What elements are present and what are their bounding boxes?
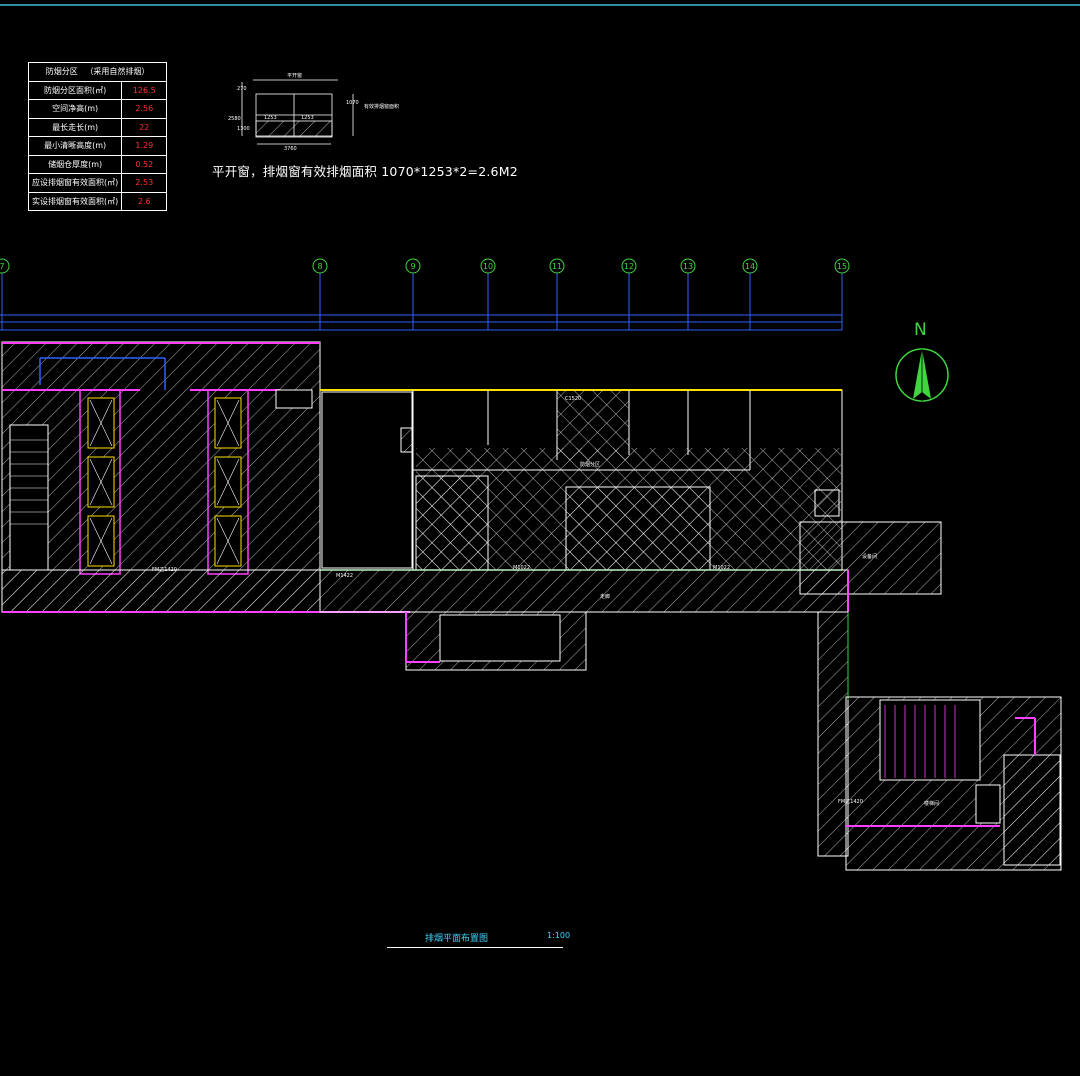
axis-label-8: 8 [317,262,322,271]
window-dim-4: 1070 [346,100,359,106]
table-row: 最小清晰高度(m) 1.29 [27,136,168,156]
door-right-label: FM乙1420 [838,798,863,805]
table-header-right: （采用自然排烟） [85,67,150,77]
table-header-row: 防烟分区 （采用自然排烟） [27,62,168,82]
window-dim-5: 1253 [264,115,277,121]
table-row-label: 最小清晰高度(m) [27,136,123,156]
table-row: 最长走长(m) 22 [27,117,168,137]
window-dim-width: 3760 [284,146,297,152]
smoke-zone-table: 防烟分区 （采用自然排烟） 防烟分区面积(㎡) 126.5 空间净高(m) 2.… [27,62,168,211]
window-side-label: 有效排烟窗面积 [364,103,399,110]
table-row-label: 空间净高(m) [27,99,123,119]
table-row-value: 22 [121,117,168,137]
table-row-label: 最长走长(m) [27,117,123,137]
table-row: 储烟仓厚度(m) 0.52 [27,154,168,174]
window-mark-label: C1520 [565,396,581,402]
north-arrow-icon [895,348,949,402]
table-row-value: 2.56 [121,99,168,119]
smoke-zone-label: 防烟分区 [580,461,600,468]
table-row: 实设排烟窗有效面积(㎡) 2.6 [27,191,168,211]
drawing-scale: 1:100 [547,931,571,940]
north-label: N [914,320,927,340]
table-row-value: 2.6 [121,191,168,211]
axis-bubbles [0,258,850,274]
table-row-value: 0.52 [121,154,168,174]
axis-label-13: 13 [683,262,693,271]
central-rooms [319,389,843,571]
axis-label-7: 7 [0,262,5,271]
table-row-value: 2.53 [121,173,168,193]
axis-label-12: 12 [624,262,634,271]
axis-label-15: 15 [837,262,847,271]
axis-label-14: 14 [745,262,755,271]
door-m1-label: M1422 [336,573,353,579]
smoke-window-formula: 平开窗，排烟窗有效排烟面积 1070*1253*2=2.6M2 [212,164,518,179]
drawing-title: 排烟平面布置图 [425,934,489,944]
lower-stair-block [817,611,1062,871]
table-row-value: 1.29 [121,136,168,156]
table-row-label: 实设排烟窗有效面积(㎡) [27,191,123,211]
window-dim-6: 1253 [301,115,314,121]
equip-label: 设备间 [862,553,877,560]
table-row-label: 应设排烟窗有效面积(㎡) [27,173,123,193]
window-dim-1: 270 [237,86,247,92]
window-dim-2: 2580 [228,116,241,122]
table-row-value: 126.5 [121,80,168,100]
table-header: 防烟分区 （采用自然排烟） [27,62,168,82]
window-dim-3: 1300 [237,126,250,132]
table-row-label: 储烟仓厚度(m) [27,154,123,174]
axis-label-9: 9 [410,262,415,271]
window-top-label: 平开窗 [287,72,302,79]
table-row: 空间净高(m) 2.56 [27,99,168,119]
door-m3-label: M1022 [713,565,730,571]
stair-label: 楼梯间 [924,800,939,807]
door-m2-label: M1022 [513,565,530,571]
door-left-label: FM乙1420 [152,566,177,573]
axis-grid [0,273,843,331]
table-row: 防烟分区面积(㎡) 126.5 [27,80,168,100]
table-header-left: 防烟分区 [45,67,78,77]
table-row: 应设排烟窗有效面积(㎡) 2.53 [27,173,168,193]
axis-label-11: 11 [552,262,562,271]
window-detail [241,79,354,145]
corridor-label: 走廊 [600,593,610,600]
axis-label-10: 10 [483,262,493,271]
table-row-label: 防烟分区面积(㎡) [27,80,123,100]
title-underline [387,947,563,948]
